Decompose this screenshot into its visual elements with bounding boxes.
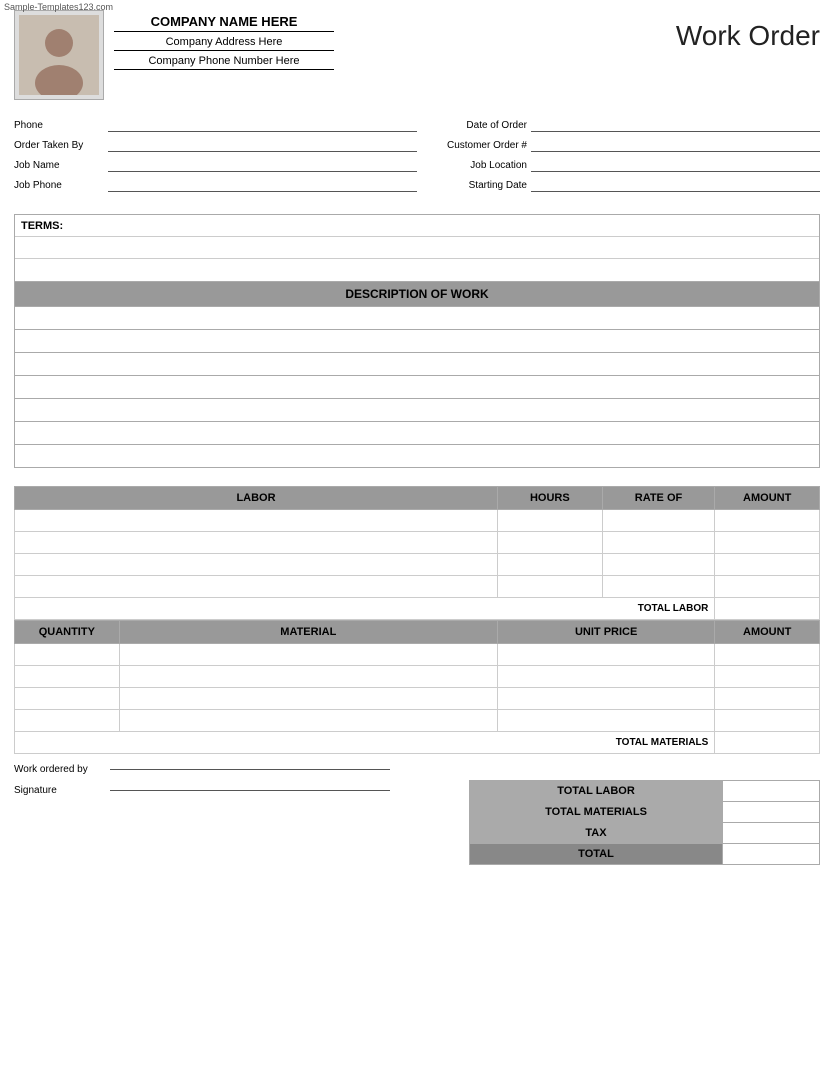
mat-col-unit-price: UNIT PRICE (497, 621, 714, 644)
mat-row-1[interactable] (15, 644, 820, 666)
form-row-job-location: Job Location (417, 158, 820, 172)
form-fields: Phone Order Taken By Job Name Job Phone … (14, 118, 820, 196)
phone-input-line[interactable] (108, 118, 417, 132)
labor-col-amount: AMOUNT (715, 487, 820, 510)
labor-col-labor: LABOR (15, 487, 498, 510)
signature-line[interactable] (110, 790, 390, 791)
form-row-date: Date of Order (417, 118, 820, 132)
form-row-phone: Phone (14, 118, 417, 132)
signature-label: Signature (14, 785, 104, 796)
desc-row-4[interactable] (14, 376, 820, 399)
company-phone: Company Phone Number Here (114, 55, 334, 70)
starting-date-input-line[interactable] (531, 178, 820, 192)
summary-tax-label: TAX (469, 823, 722, 844)
customer-order-label: Customer Order # (417, 140, 527, 151)
phone-label: Phone (14, 120, 104, 131)
company-address: Company Address Here (114, 36, 334, 51)
mat-row-3[interactable] (15, 688, 820, 710)
summary-total-materials-value[interactable] (723, 802, 820, 823)
company-info: COMPANY NAME HERE Company Address Here C… (114, 10, 334, 74)
terms-header-row: TERMS: (15, 215, 819, 237)
labor-table: LABOR HOURS RATE OF AMOUNT (14, 486, 820, 620)
terms-row-2[interactable] (15, 259, 819, 281)
summary-section: TOTAL LABOR TOTAL MATERIALS TAX (440, 764, 820, 865)
terms-section: TERMS: (14, 214, 820, 282)
labor-total-row: TOTAL LABOR (15, 598, 820, 620)
terms-row-1[interactable] (15, 237, 819, 259)
summary-row-tax: TAX (440, 823, 820, 844)
work-order-title: Work Order (676, 20, 820, 52)
summary-total-label: TOTAL (469, 844, 722, 865)
desc-row-6[interactable] (14, 422, 820, 445)
desc-row-5[interactable] (14, 399, 820, 422)
customer-order-input-line[interactable] (531, 138, 820, 152)
mat-col-qty: QUANTITY (15, 621, 120, 644)
description-header: DESCRIPTION OF WORK (14, 282, 820, 307)
form-row-starting-date: Starting Date (417, 178, 820, 192)
labor-section: LABOR HOURS RATE OF AMOUNT (14, 486, 820, 620)
mat-col-amount: AMOUNT (715, 621, 820, 644)
labor-row-1[interactable] (15, 510, 820, 532)
mat-col-material: MATERIAL (119, 621, 497, 644)
date-input-line[interactable] (531, 118, 820, 132)
form-row-job-phone: Job Phone (14, 178, 417, 192)
date-label: Date of Order (417, 120, 527, 131)
form-row-customer-order: Customer Order # (417, 138, 820, 152)
watermark: Sample-Templates123.com (4, 2, 113, 12)
materials-table: QUANTITY MATERIAL UNIT PRICE AMOUNT (14, 620, 820, 754)
order-taken-input-line[interactable] (108, 138, 417, 152)
form-row-order-taken: Order Taken By (14, 138, 417, 152)
summary-row-total-materials: TOTAL MATERIALS (440, 802, 820, 823)
labor-col-rate: RATE OF (602, 487, 715, 510)
work-ordered-line[interactable] (110, 769, 390, 770)
order-taken-label: Order Taken By (14, 140, 104, 151)
desc-row-1[interactable] (14, 307, 820, 330)
job-phone-label: Job Phone (14, 180, 104, 191)
company-name: COMPANY NAME HERE (114, 14, 334, 32)
work-ordered-row: Work ordered by (14, 764, 420, 775)
labor-row-4[interactable] (15, 576, 820, 598)
desc-row-7[interactable] (14, 445, 820, 468)
starting-date-label: Starting Date (417, 180, 527, 191)
mat-row-4[interactable] (15, 710, 820, 732)
description-section: DESCRIPTION OF WORK (14, 282, 820, 468)
signature-area: Work ordered by Signature (14, 764, 420, 796)
form-col-left: Phone Order Taken By Job Name Job Phone (14, 118, 417, 196)
form-col-right: Date of Order Customer Order # Job Locat… (417, 118, 820, 196)
job-location-label: Job Location (417, 160, 527, 171)
summary-total-labor-value[interactable] (723, 781, 820, 802)
mat-row-2[interactable] (15, 666, 820, 688)
summary-total-labor-label: TOTAL LABOR (469, 781, 722, 802)
summary-total-materials-label: TOTAL MATERIALS (469, 802, 722, 823)
company-logo (14, 10, 104, 100)
header: COMPANY NAME HERE Company Address Here C… (14, 10, 820, 100)
job-phone-input-line[interactable] (108, 178, 417, 192)
job-name-label: Job Name (14, 160, 104, 171)
bottom-section: Work ordered by Signature TOTAL LABOR (14, 764, 820, 865)
materials-section: QUANTITY MATERIAL UNIT PRICE AMOUNT (14, 620, 820, 754)
job-location-input-line[interactable] (531, 158, 820, 172)
summary-table: TOTAL LABOR TOTAL MATERIALS TAX (440, 780, 820, 865)
header-left: COMPANY NAME HERE Company Address Here C… (14, 10, 334, 100)
summary-row-total-labor: TOTAL LABOR (440, 781, 820, 802)
summary-tax-value[interactable] (723, 823, 820, 844)
work-ordered-label: Work ordered by (14, 764, 104, 775)
form-row-job-name: Job Name (14, 158, 417, 172)
terms-label: TERMS: (21, 220, 63, 232)
labor-row-2[interactable] (15, 532, 820, 554)
job-name-input-line[interactable] (108, 158, 417, 172)
summary-total-value[interactable] (723, 844, 820, 865)
summary-row-total: TOTAL (440, 844, 820, 865)
labor-row-3[interactable] (15, 554, 820, 576)
desc-row-2[interactable] (14, 330, 820, 353)
signature-row: Signature (14, 785, 420, 796)
desc-row-3[interactable] (14, 353, 820, 376)
materials-total-row: TOTAL MATERIALS (15, 732, 820, 754)
labor-col-hours: HOURS (498, 487, 603, 510)
